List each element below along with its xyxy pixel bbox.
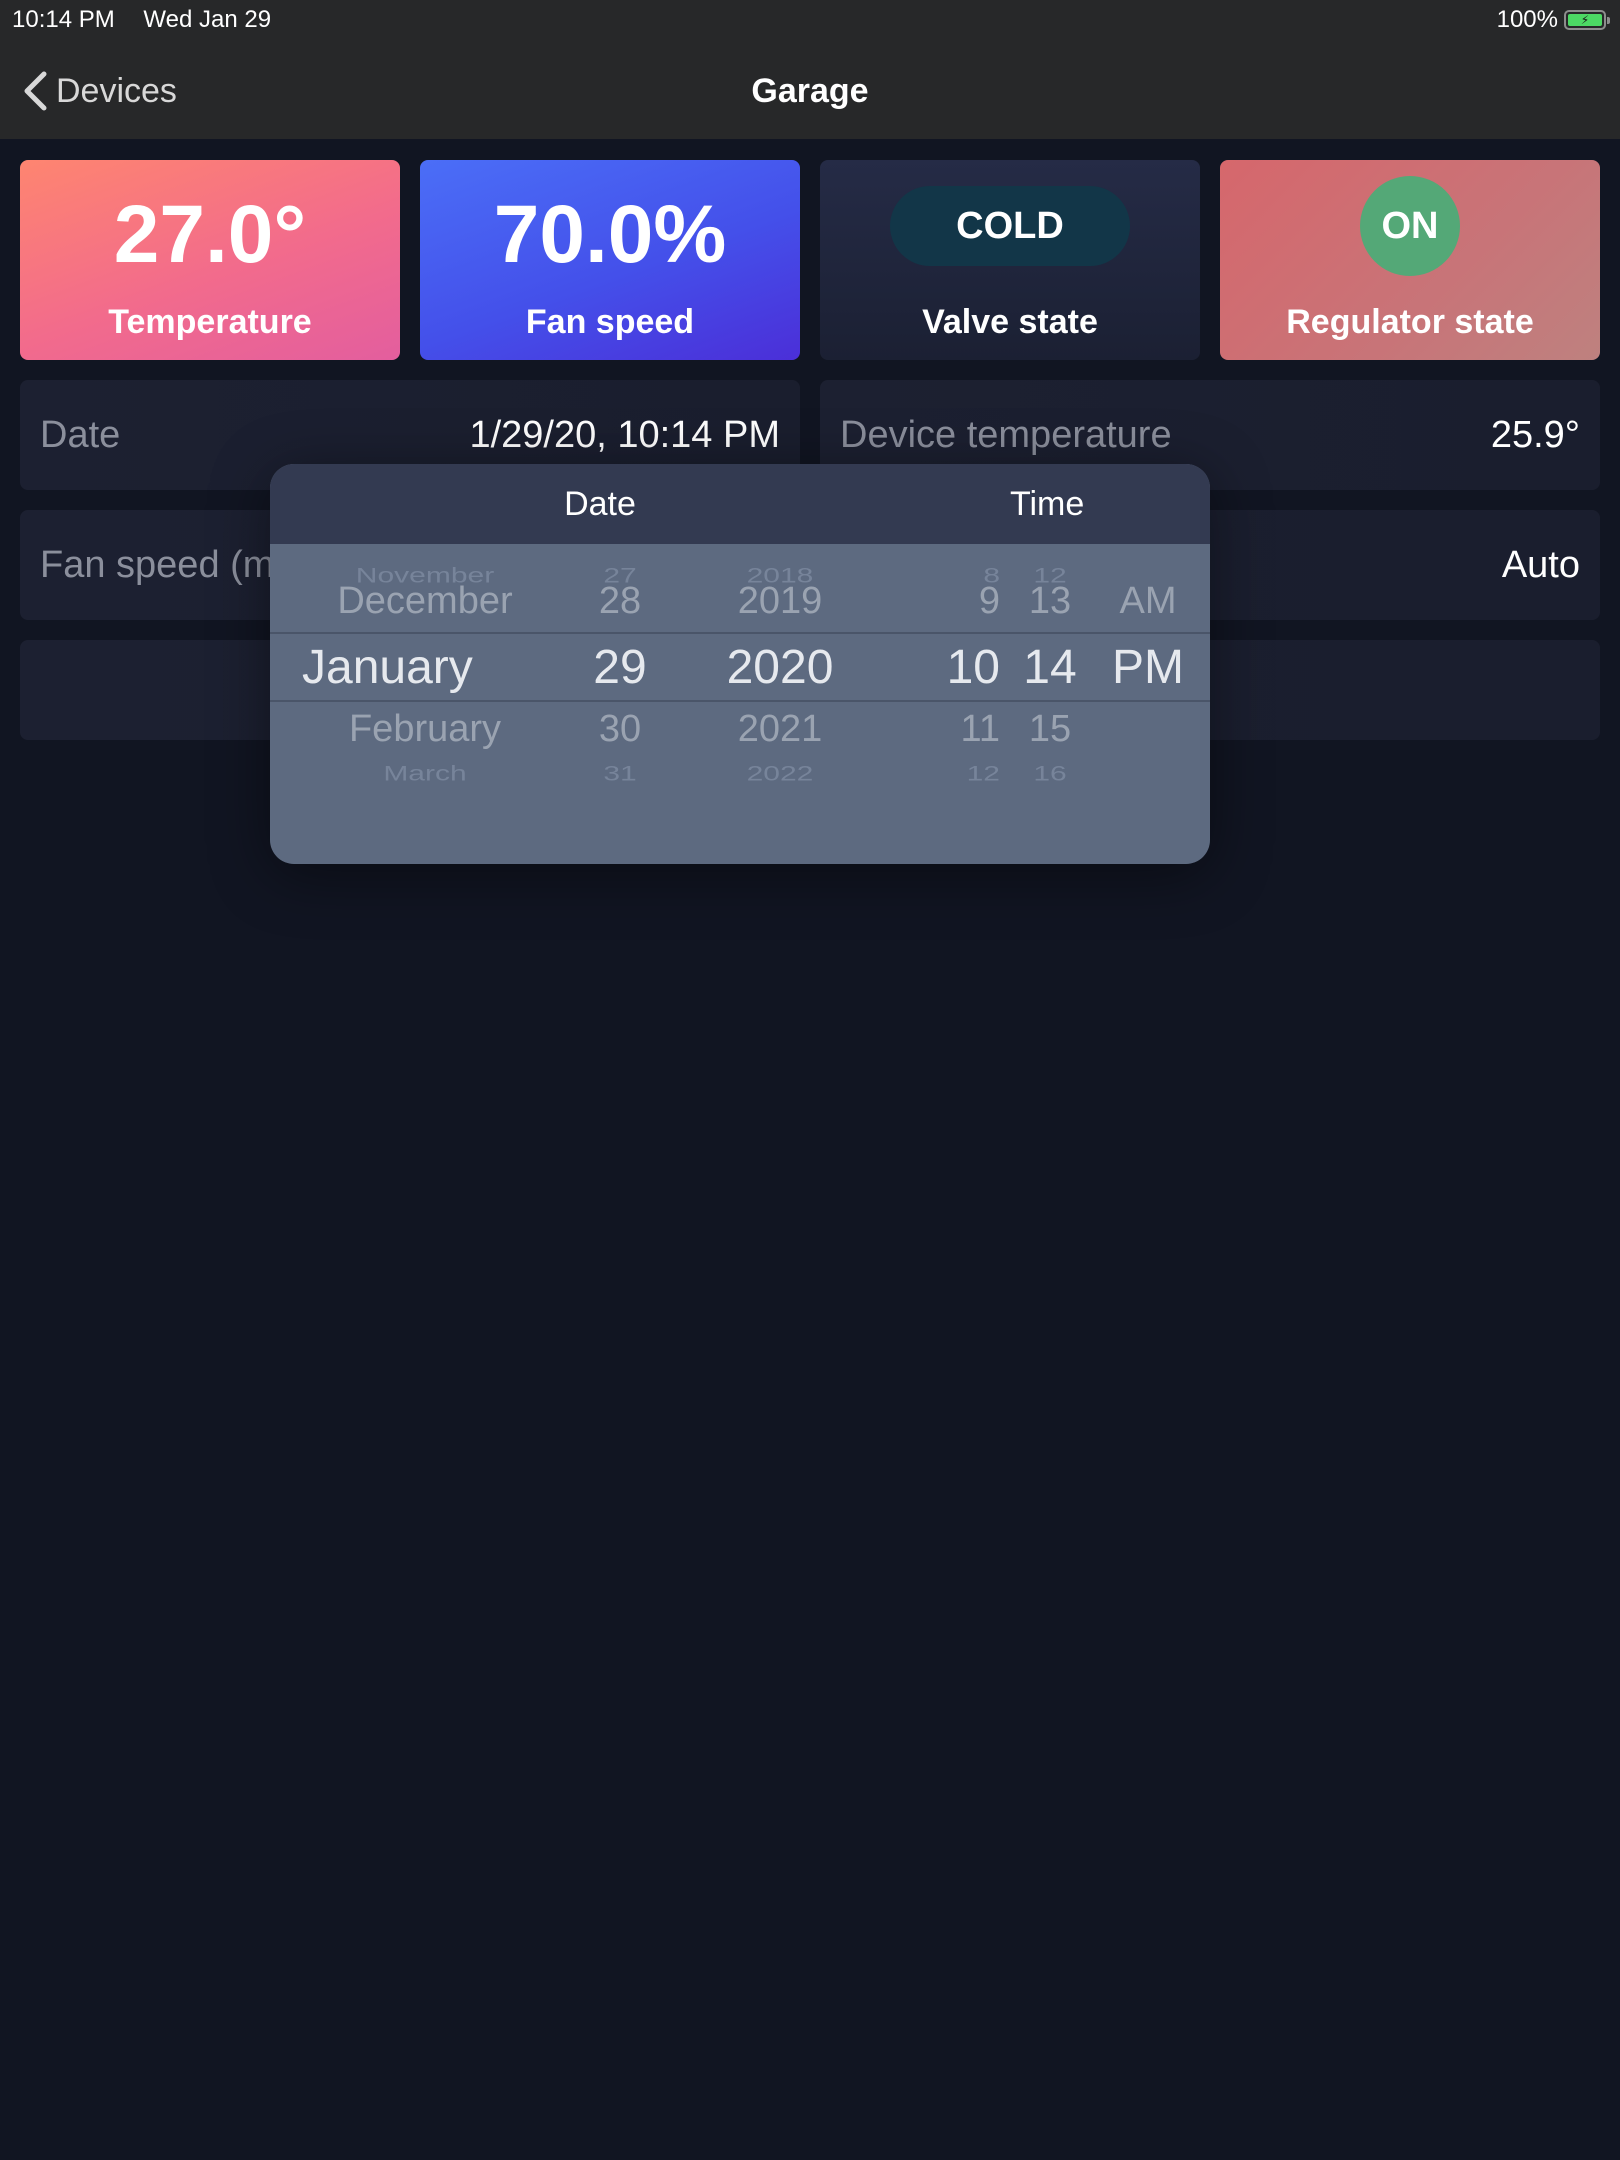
ampm-option[interactable]: AM (1108, 580, 1188, 623)
day-option[interactable]: 28 (570, 580, 670, 623)
charging-icon: ⚡ (1568, 14, 1602, 26)
status-bar-left: 10:14 PM Wed Jan 29 (12, 6, 271, 34)
picker-header: Date Time (270, 464, 1210, 544)
valve-state-card[interactable]: COLD Valve state (820, 160, 1200, 360)
month-option[interactable]: February (310, 708, 540, 751)
year-wheel[interactable]: 2018 2019 2020 2021 2022 (710, 544, 850, 864)
fan-speed-value: 70.0% (493, 189, 727, 280)
fan-speed-card[interactable]: 70.0% Fan speed (420, 160, 800, 360)
month-option[interactable]: March (310, 762, 540, 786)
day-option[interactable]: 31 (570, 762, 670, 786)
valve-state-label: Valve state (922, 303, 1098, 341)
picker-time-tab[interactable]: Time (1010, 464, 1150, 544)
temperature-card[interactable]: 27.0° Temperature (20, 160, 400, 360)
year-selected[interactable]: 2020 (710, 640, 850, 695)
hour-option[interactable]: 12 (920, 762, 1000, 786)
minute-option[interactable]: 15 (1018, 708, 1082, 751)
date-time-picker-popover[interactable]: Date Time November December January Febr… (270, 464, 1210, 864)
status-bar-right: 100% ⚡ (1496, 6, 1610, 34)
minute-option[interactable]: 16 (1018, 762, 1082, 786)
hour-selected[interactable]: 10 (920, 640, 1000, 695)
device-temperature-value: 25.9° (1490, 414, 1580, 456)
fan-speed-mode-value: Auto (1501, 544, 1580, 586)
day-option[interactable]: 30 (570, 708, 670, 751)
status-time: 10:14 PM (12, 6, 115, 33)
minute-wheel[interactable]: 12 13 14 15 16 (1018, 544, 1082, 864)
temperature-value: 27.0° (113, 189, 307, 280)
year-option[interactable]: 2019 (710, 580, 850, 623)
minute-option[interactable]: 13 (1018, 580, 1082, 623)
hour-option[interactable]: 11 (920, 708, 1000, 751)
date-label: Date (40, 414, 121, 456)
hour-wheel[interactable]: 8 9 10 11 12 (920, 544, 1000, 864)
minute-selected[interactable]: 14 (1018, 640, 1082, 695)
navigation-bar: 10:14 PM Wed Jan 29 100% ⚡ Devices Garag… (0, 0, 1620, 139)
regulator-state-label: Regulator state (1286, 303, 1534, 341)
day-selected[interactable]: 29 (570, 640, 670, 695)
battery-percent: 100% (1496, 6, 1558, 33)
fan-speed-label: Fan speed (525, 303, 695, 341)
year-option[interactable]: 2021 (710, 708, 850, 751)
status-date: Wed Jan 29 (143, 6, 272, 33)
valve-state-badge: COLD (890, 186, 1130, 266)
regulator-state-badge: ON (1360, 176, 1460, 276)
regulator-state-card[interactable]: ON Regulator state (1220, 160, 1600, 360)
month-wheel[interactable]: November December January February March (302, 544, 540, 864)
page-title: Garage (751, 72, 869, 110)
status-cards: 27.0° Temperature 70.0% Fan speed COLD V… (20, 160, 1600, 360)
year-option[interactable]: 2022 (710, 762, 850, 786)
month-selected[interactable]: January (302, 640, 532, 695)
day-wheel[interactable]: 27 28 29 30 31 (570, 544, 670, 864)
ampm-selected[interactable]: PM (1108, 640, 1188, 695)
battery-icon: ⚡ (1564, 10, 1610, 30)
picker-wheels: November December January February March… (270, 544, 1210, 864)
fan-speed-mode-label: Fan speed (m (40, 544, 275, 586)
temperature-label: Temperature (108, 303, 312, 341)
ampm-wheel[interactable]: AM PM (1108, 544, 1188, 864)
picker-date-tab[interactable]: Date (270, 464, 930, 544)
hour-option[interactable]: 9 (920, 580, 1000, 623)
month-option[interactable]: December (310, 580, 540, 623)
